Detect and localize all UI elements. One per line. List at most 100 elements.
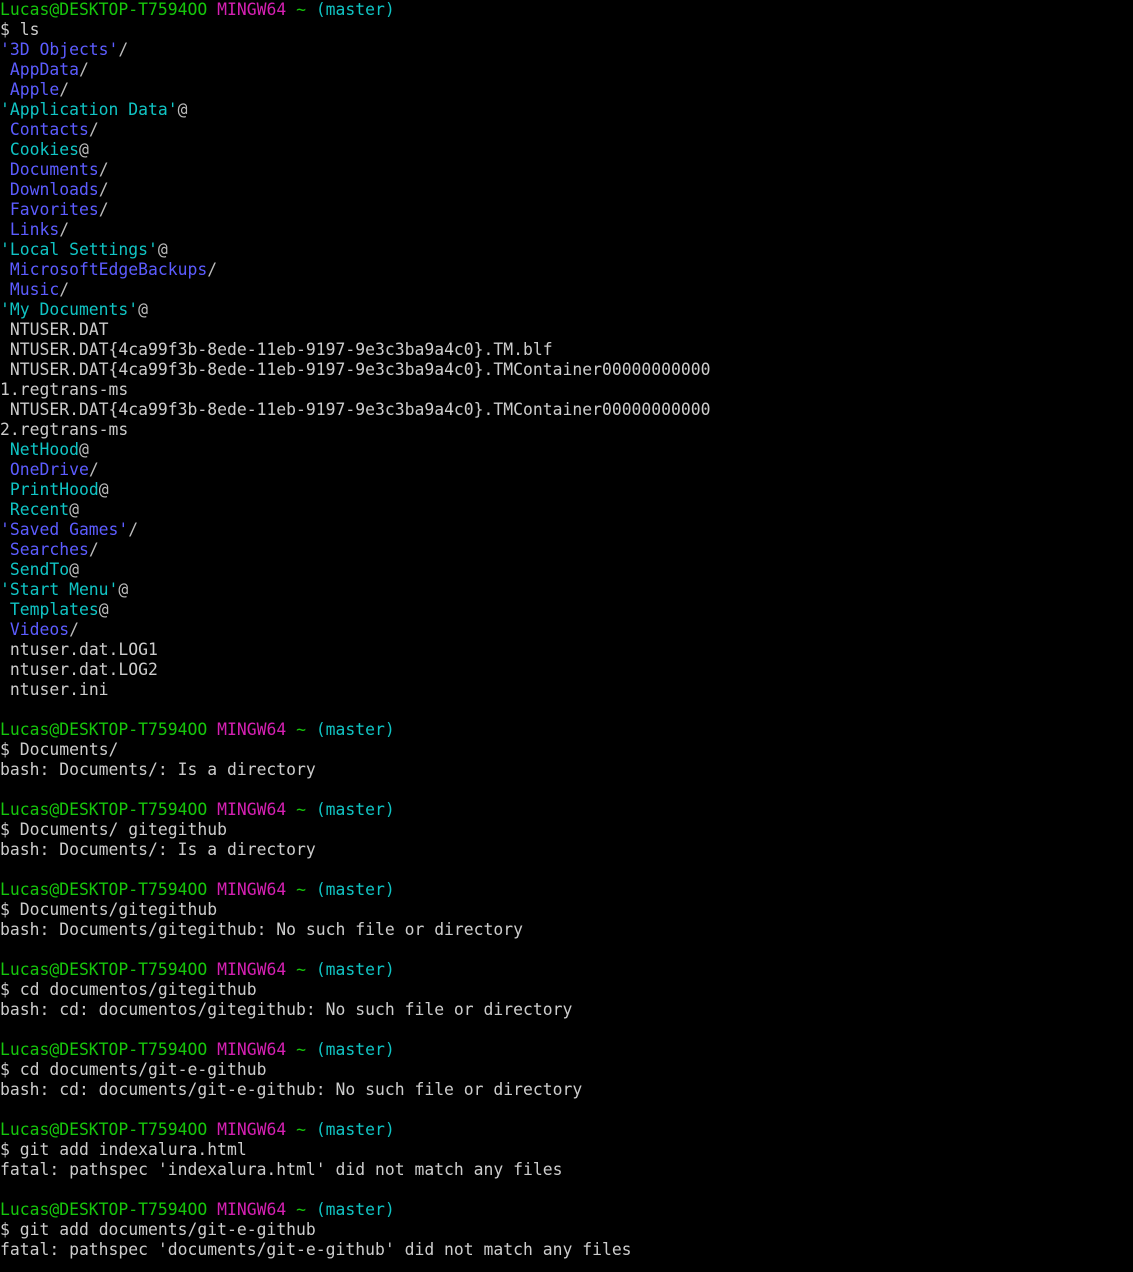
entry-type-marker: @: [69, 500, 79, 519]
entry-type-marker: /: [88, 120, 99, 139]
entry-indent: [0, 620, 10, 639]
command-line[interactable]: $ cd documents/git-e-github: [0, 1060, 1133, 1080]
prompt-user-host: Lucas@DESKTOP-T7594OO: [0, 800, 208, 819]
command-line[interactable]: $ git add indexalura.html: [0, 1140, 1133, 1160]
output-text: bash: Documents/: Is a directory: [0, 840, 316, 859]
entry-name: SendTo: [9, 560, 70, 579]
prompt-user-host: Lucas@DESKTOP-T7594OO: [0, 0, 208, 19]
entry-name: PrintHood: [9, 480, 99, 499]
output-text: bash: cd: documents/git-e-github: No suc…: [0, 1080, 583, 1099]
command-text: Documents/gitegithub: [19, 900, 218, 919]
entry-indent: [0, 360, 10, 379]
entry-indent: [0, 260, 10, 279]
output-line: bash: cd: documents/git-e-github: No suc…: [0, 1080, 1133, 1100]
prompt-line: Lucas@DESKTOP-T7594OO MINGW64 ~ (master): [0, 1040, 1133, 1060]
entry-indent: [0, 680, 10, 699]
entry-name: NTUSER.DAT{4ca99f3b-8ede-11eb-9197-9e3c3…: [9, 340, 553, 359]
prompt-branch: (master): [315, 880, 395, 899]
prompt-user-host: Lucas@DESKTOP-T7594OO: [0, 720, 208, 739]
entry-type-marker: @: [69, 560, 79, 579]
prompt-sigil: $: [0, 820, 20, 839]
entry-indent: [0, 280, 10, 299]
command-line[interactable]: $ Documents/: [0, 740, 1133, 760]
prompt-path: ~: [296, 0, 306, 19]
prompt-shell-label: MINGW64: [217, 720, 287, 739]
ls-entry-link: SendTo@: [0, 560, 1133, 580]
command-line[interactable]: $ git add documents/git-e-github: [0, 1220, 1133, 1240]
entry-name: ntuser.dat.LOG2: [9, 660, 158, 679]
entry-type-marker: /: [59, 80, 70, 99]
entry-type-marker: @: [98, 600, 109, 619]
prompt-line: Lucas@DESKTOP-T7594OO MINGW64 ~ (master): [0, 960, 1133, 980]
entry-indent: [0, 180, 10, 199]
prompt-path: ~: [296, 1040, 306, 1059]
prompt-path: ~: [296, 960, 306, 979]
entry-name: Recent: [9, 500, 70, 519]
prompt-branch: (master): [315, 1120, 395, 1139]
ls-entry-link: 'Local Settings'@: [0, 240, 1133, 260]
entry-name: 'Local Settings': [0, 240, 158, 259]
ls-entry-link: Templates@: [0, 600, 1133, 620]
prompt-path: ~: [296, 880, 306, 899]
prompt-path: ~: [296, 1200, 306, 1219]
command-line[interactable]: $ cd documentos/gitegithub: [0, 980, 1133, 1000]
prompt-branch: (master): [315, 1200, 395, 1219]
command-line[interactable]: $ ls: [0, 20, 1133, 40]
entry-name: Templates: [9, 600, 99, 619]
output-line: bash: Documents/gitegithub: No such file…: [0, 920, 1133, 940]
entry-name: Videos: [9, 620, 70, 639]
entry-name: NTUSER.DAT: [9, 320, 109, 339]
entry-name: Links: [9, 220, 60, 239]
ls-entry-dir: Downloads/: [0, 180, 1133, 200]
entry-name: Apple: [9, 80, 60, 99]
entry-name: 'Saved Games': [0, 520, 129, 539]
prompt-user-host: Lucas@DESKTOP-T7594OO: [0, 1120, 208, 1139]
prompt-shell-label: MINGW64: [217, 1120, 287, 1139]
entry-indent: [0, 640, 10, 659]
terminal-screen[interactable]: Lucas@DESKTOP-T7594OO MINGW64 ~ (master)…: [0, 0, 1133, 1272]
ls-entry-dir: AppData/: [0, 60, 1133, 80]
ls-entry-dir: Documents/: [0, 160, 1133, 180]
entry-type-marker: /: [78, 60, 89, 79]
entry-type-marker: /: [59, 280, 70, 299]
ls-entry-dir: '3D Objects'/: [0, 40, 1133, 60]
prompt-user-host: Lucas@DESKTOP-T7594OO: [0, 960, 208, 979]
entry-indent: [0, 220, 10, 239]
entry-name: NetHood: [9, 440, 79, 459]
prompt-shell-label: MINGW64: [217, 800, 287, 819]
output-text: bash: Documents/gitegithub: No such file…: [0, 920, 524, 939]
prompt-shell-label: MINGW64: [217, 880, 287, 899]
prompt-line: Lucas@DESKTOP-T7594OO MINGW64 ~ (master): [0, 720, 1133, 740]
command-line[interactable]: $ Documents/ gitegithub: [0, 820, 1133, 840]
entry-type-marker: /: [88, 460, 99, 479]
ls-entry-file: NTUSER.DAT{4ca99f3b-8ede-11eb-9197-9e3c3…: [0, 400, 1133, 420]
ls-entry-file: NTUSER.DAT{4ca99f3b-8ede-11eb-9197-9e3c3…: [0, 340, 1133, 360]
prompt-branch: (master): [315, 800, 395, 819]
output-line: bash: Documents/: Is a directory: [0, 840, 1133, 860]
ls-entry-dir: Music/: [0, 280, 1133, 300]
prompt-branch: (master): [315, 0, 395, 19]
ls-entry-file: ntuser.dat.LOG1: [0, 640, 1133, 660]
entry-indent: [0, 120, 10, 139]
entry-indent: [0, 80, 10, 99]
prompt-path: ~: [296, 720, 306, 739]
entry-indent: [0, 440, 10, 459]
entry-type-marker: /: [118, 40, 129, 59]
ls-entry-file: ntuser.ini: [0, 680, 1133, 700]
entry-name: Favorites: [9, 200, 99, 219]
command-line[interactable]: $ Documents/gitegithub: [0, 900, 1133, 920]
entry-type-marker: /: [69, 620, 79, 639]
ls-entry-dir: Apple/: [0, 80, 1133, 100]
